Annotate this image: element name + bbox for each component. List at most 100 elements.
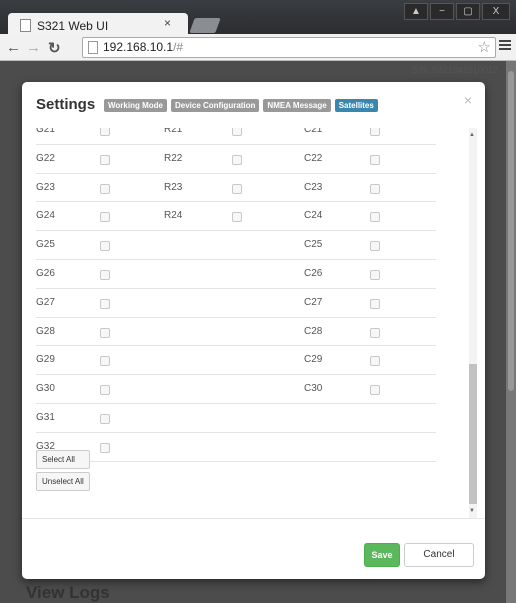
satellite-checkbox[interactable]	[100, 269, 110, 280]
satellite-row: G24 R24 C24	[36, 202, 436, 232]
page-icon	[20, 19, 31, 32]
satellite-label: R22	[164, 152, 183, 164]
satellite-checkbox[interactable]	[232, 154, 242, 165]
satellite-row: G29 C29	[36, 346, 436, 376]
modal-title: Settings	[36, 96, 96, 113]
satellite-checkbox[interactable]	[100, 442, 110, 453]
forward-icon[interactable]: →	[26, 39, 41, 56]
satellite-label: G24	[36, 210, 55, 222]
satellite-row: G32	[36, 433, 436, 462]
modal-header: Settings Working Mode Device Configurati…	[22, 82, 485, 128]
satellite-checkbox[interactable]	[100, 298, 110, 309]
satellite-label: R24	[164, 210, 183, 222]
cancel-button[interactable]: Cancel	[404, 543, 474, 567]
satellite-checkbox[interactable]	[100, 241, 110, 252]
browser-menu-icon[interactable]	[499, 38, 511, 52]
unselect-all-button[interactable]: Unselect All	[36, 472, 90, 491]
scroll-down-icon[interactable]: ▼	[469, 508, 475, 514]
close-icon[interactable]: ×	[464, 92, 472, 108]
satellite-checkbox[interactable]	[370, 298, 380, 309]
satellite-checkbox[interactable]	[370, 212, 380, 223]
satellite-label: R21	[164, 128, 183, 135]
satellite-checkbox[interactable]	[100, 413, 110, 424]
maximize-icon[interactable]: ▢	[456, 3, 480, 20]
satellite-row: G28 C28	[36, 318, 436, 347]
satellite-label: G31	[36, 411, 55, 423]
scrollbar-thumb[interactable]	[469, 364, 477, 504]
close-window-icon[interactable]: X	[482, 3, 510, 20]
satellite-checkbox[interactable]	[100, 212, 110, 223]
satellite-checkbox[interactable]	[100, 154, 110, 165]
satellite-label: R23	[164, 181, 183, 193]
satellite-row: G26 C26	[36, 260, 436, 289]
satellite-checkbox[interactable]	[232, 183, 242, 194]
view-logs-heading: View Logs	[26, 583, 110, 602]
new-tab-button[interactable]	[189, 18, 221, 33]
url-path: /#	[173, 40, 184, 54]
tab-satellites[interactable]: Satellites	[334, 99, 378, 112]
satellite-label: C21	[304, 128, 323, 135]
url-host: 192.168.10.1	[103, 40, 174, 54]
satellite-grid: G21 R21 C21 G22 R22 C22 G23 R23 C23 G24 R24 C24 G25 C…	[36, 128, 436, 462]
serial-number: S/N: S321341510012	[411, 65, 498, 75]
save-button[interactable]: Save	[364, 543, 400, 567]
satellite-label: C27	[304, 296, 323, 308]
bookmark-star-icon[interactable]: ☆	[478, 38, 491, 56]
scroll-up-icon[interactable]: ▲	[469, 132, 475, 138]
browser-titlebar: S321 Web UI × ▲ − ▢ X	[0, 0, 516, 34]
satellite-label: C22	[304, 152, 323, 164]
satellite-checkbox[interactable]	[232, 128, 242, 136]
satellite-label: G30	[36, 383, 55, 395]
tab-device-configuration[interactable]: Device Configuration	[170, 99, 260, 112]
satellite-checkbox[interactable]	[232, 212, 242, 223]
address-bar[interactable]: 192.168.10.1/# ☆	[82, 37, 496, 58]
satellite-label: G26	[36, 267, 55, 279]
satellite-row: G30 C30	[36, 375, 436, 404]
tab-title: S321 Web UI	[37, 18, 109, 33]
satellite-label: C30	[304, 383, 323, 395]
satellite-label: C23	[304, 181, 323, 193]
minimize-icon[interactable]: −	[430, 3, 454, 20]
satellite-label: C24	[304, 210, 323, 222]
select-all-button[interactable]: Select All	[36, 450, 90, 469]
reload-icon[interactable]: ↻	[48, 39, 61, 57]
satellite-checkbox[interactable]	[370, 385, 380, 396]
satellite-row: G22 R22 C22	[36, 145, 436, 174]
satellite-label: C26	[304, 267, 323, 279]
satellite-label: C25	[304, 239, 323, 251]
satellite-label: G23	[36, 181, 55, 193]
satellite-label: G22	[36, 152, 55, 164]
satellite-label: G29	[36, 354, 55, 366]
back-icon[interactable]: ←	[6, 39, 21, 56]
satellite-label: G21	[36, 128, 55, 135]
satellite-checkbox[interactable]	[370, 183, 380, 194]
satellite-checkbox[interactable]	[100, 385, 110, 396]
satellite-checkbox[interactable]	[370, 241, 380, 252]
satellite-checkbox[interactable]	[100, 327, 110, 338]
satellite-label: G25	[36, 239, 55, 251]
satellite-label: C28	[304, 325, 323, 337]
satellite-checkbox[interactable]	[100, 356, 110, 367]
user-icon[interactable]: ▲	[404, 3, 428, 20]
modal-scrollbar[interactable]: ▲ ▼	[467, 128, 479, 518]
satellite-checkbox[interactable]	[100, 128, 110, 136]
tab-close-icon[interactable]: ×	[164, 16, 171, 30]
satellite-checkbox[interactable]	[370, 154, 380, 165]
satellite-checkbox[interactable]	[370, 128, 380, 136]
settings-modal: Settings Working Mode Device Configurati…	[22, 82, 485, 579]
satellite-checkbox[interactable]	[370, 269, 380, 280]
satellite-checkbox[interactable]	[370, 327, 380, 338]
page-scrollbar[interactable]	[506, 61, 516, 603]
satellite-label: C29	[304, 354, 323, 366]
satellite-row: G27 C27	[36, 289, 436, 318]
satellite-label: G27	[36, 296, 55, 308]
satellite-row: G21 R21 C21	[36, 128, 436, 145]
page-icon	[88, 41, 98, 54]
satellite-label: G28	[36, 325, 55, 337]
browser-toolbar: ← → ↻ 192.168.10.1/# ☆	[0, 34, 516, 61]
tab-nmea-message[interactable]: NMEA Message	[263, 99, 331, 112]
tab-working-mode[interactable]: Working Mode	[104, 99, 167, 112]
satellite-checkbox[interactable]	[100, 183, 110, 194]
modal-body: G21 R21 C21 G22 R22 C22 G23 R23 C23 G24 R24 C24 G25 C…	[22, 128, 485, 516]
satellite-checkbox[interactable]	[370, 356, 380, 367]
